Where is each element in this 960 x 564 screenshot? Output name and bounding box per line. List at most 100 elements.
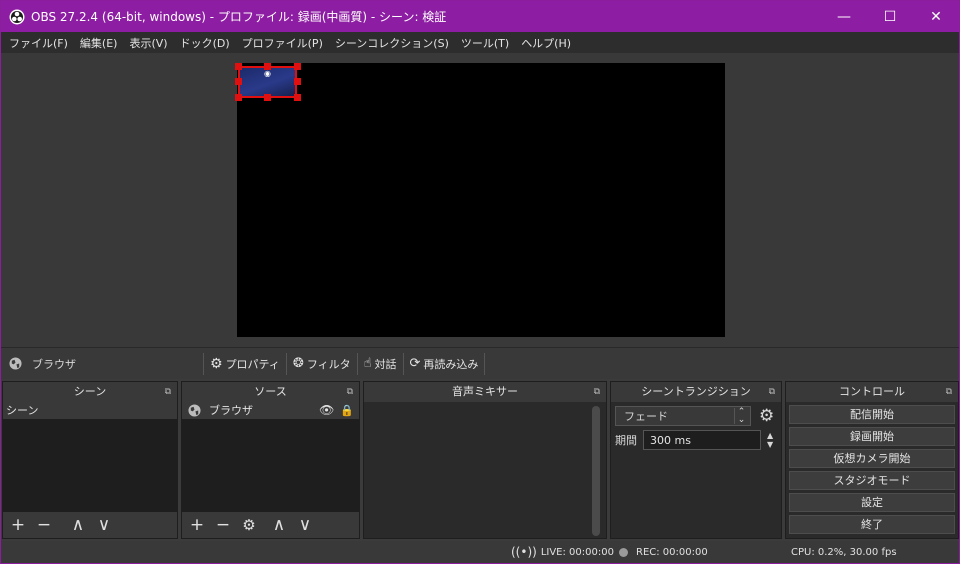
start-streaming-button[interactable]: 配信開始: [789, 405, 955, 424]
sources-dock-title: ソース: [254, 385, 287, 398]
start-virtual-camera-button[interactable]: 仮想カメラ開始: [789, 449, 955, 468]
scenes-dock-header: シーン ⧉: [3, 382, 177, 402]
dock-float-icon[interactable]: ⧉: [165, 382, 171, 402]
menu-dock[interactable]: ドック(D): [174, 35, 236, 51]
mixer-dock-title: 音声ミキサー: [452, 385, 518, 398]
dock-float-icon[interactable]: ⧉: [594, 382, 600, 402]
move-up-icon[interactable]: ∧: [270, 516, 288, 534]
filter-icon: ❂: [292, 356, 304, 371]
rec-status: REC: 00:00:00: [636, 546, 708, 558]
sources-dock-header: ソース ⧉: [182, 382, 359, 402]
globe-icon: [188, 404, 201, 417]
menu-tools[interactable]: ツール(T): [455, 35, 515, 51]
duration-input[interactable]: 300 ms: [643, 430, 761, 450]
properties-label: プロパティ: [225, 357, 280, 371]
resize-handle-l[interactable]: [235, 78, 242, 85]
transitions-dock-title: シーントランジション: [641, 385, 751, 398]
resize-handle-t[interactable]: [264, 63, 271, 70]
mixer-body: [364, 402, 606, 538]
menu-profile[interactable]: プロファイル(P): [236, 35, 329, 51]
globe-icon: [9, 357, 22, 370]
record-dot-icon: [619, 547, 628, 557]
selected-source-name: ブラウザ: [32, 357, 76, 371]
cpu-status: CPU: 0.2%, 30.00 fps: [791, 546, 897, 558]
toolbar-separator: [484, 352, 486, 375]
resize-handle-tl[interactable]: [235, 63, 242, 70]
properties-button[interactable]: ⚙ プロパティ: [203, 352, 286, 375]
move-up-icon[interactable]: ∧: [69, 516, 87, 534]
scene-item-label: シーン: [6, 404, 39, 417]
source-item[interactable]: ブラウザ 👁 🔒: [182, 402, 359, 419]
menu-file[interactable]: ファイル(F): [3, 35, 74, 51]
duration-value: 300 ms: [650, 433, 691, 447]
exit-button[interactable]: 終了: [789, 515, 955, 534]
source-toolbar: ブラウザ ⚙ プロパティ ❂ フィルタ ☝ 対話 ⟳ 再読み込み: [1, 347, 959, 379]
minimize-button[interactable]: —: [821, 1, 867, 32]
controls-dock-title: コントロール: [839, 385, 905, 398]
mixer-dock-header: 音声ミキサー ⧉: [364, 382, 606, 402]
menu-view[interactable]: 表示(V): [123, 35, 173, 51]
scenes-dock-footer: + − ∧ ∨: [3, 512, 177, 538]
resize-handle-r[interactable]: [294, 78, 301, 85]
reload-icon: ⟳: [409, 356, 421, 371]
dock-float-icon[interactable]: ⧉: [347, 382, 353, 402]
broadcast-icon: ((•)): [511, 545, 537, 559]
add-scene-icon[interactable]: +: [9, 516, 27, 534]
lock-icon[interactable]: 🔒: [340, 402, 354, 419]
maximize-button[interactable]: ☐: [867, 1, 913, 32]
interact-button[interactable]: ☝ 対話: [356, 352, 403, 375]
studio-mode-button[interactable]: スタジオモード: [789, 471, 955, 490]
move-down-icon[interactable]: ∨: [296, 516, 314, 534]
dock-float-icon[interactable]: ⧉: [769, 382, 775, 402]
scenes-dock-title: シーン: [73, 385, 107, 398]
scenes-list[interactable]: シーン: [3, 402, 177, 512]
chevron-up-icon[interactable]: ▲: [767, 431, 773, 440]
eye-icon[interactable]: 👁: [319, 402, 334, 419]
start-recording-button[interactable]: 録画開始: [789, 427, 955, 446]
controls-dock: コントロール ⧉ 配信開始 録画開始 仮想カメラ開始 スタジオモード 設定 終了: [785, 381, 959, 539]
resize-handle-tr[interactable]: [294, 63, 301, 70]
interact-label: 対話: [374, 357, 397, 371]
remove-scene-icon[interactable]: −: [35, 516, 53, 534]
resize-handle-bl[interactable]: [235, 94, 242, 101]
dock-float-icon[interactable]: ⧉: [946, 382, 952, 402]
close-button[interactable]: ✕: [913, 1, 959, 32]
transitions-dock: シーントランジション ⧉ フェード ⌃ ⌄ ⚙ 期間 300 ms ▲ ▼: [610, 381, 782, 539]
gear-icon: ⚙: [210, 355, 223, 372]
preview-canvas[interactable]: ◉: [235, 63, 725, 337]
controls-dock-header: コントロール ⧉: [786, 382, 958, 402]
duration-spinner[interactable]: ▲ ▼: [767, 431, 773, 449]
scene-item[interactable]: シーン: [3, 402, 177, 419]
obs-window: OBS 27.2.4 (64-bit, windows) - プロファイル: 録…: [0, 0, 960, 564]
move-down-icon[interactable]: ∨: [95, 516, 113, 534]
menu-help[interactable]: ヘルプ(H): [515, 35, 577, 51]
title-bar[interactable]: OBS 27.2.4 (64-bit, windows) - プロファイル: 録…: [1, 1, 959, 32]
source-logo-icon: ◉: [264, 69, 271, 78]
filters-button[interactable]: ❂ フィルタ: [285, 352, 357, 375]
remove-source-icon[interactable]: −: [214, 516, 232, 534]
add-source-icon[interactable]: +: [188, 516, 206, 534]
menu-edit[interactable]: 編集(E): [74, 35, 124, 51]
preview-area: ◉: [1, 53, 959, 347]
mixer-scrollbar[interactable]: [592, 406, 600, 536]
reload-label: 再読み込み: [423, 357, 479, 371]
transition-select-value: フェード: [624, 410, 668, 423]
sources-dock-footer: + − ⚙ ∧ ∨: [182, 512, 359, 538]
chevron-updown-icon: ⌃ ⌄: [734, 408, 748, 425]
settings-button[interactable]: 設定: [789, 493, 955, 512]
sources-list[interactable]: ブラウザ 👁 🔒: [182, 402, 359, 512]
gear-icon[interactable]: ⚙: [759, 406, 774, 426]
filters-label: フィルタ: [306, 357, 351, 371]
source-item-label: ブラウザ: [209, 404, 253, 417]
chevron-down-icon[interactable]: ▼: [767, 440, 773, 449]
hand-pointer-icon: ☝: [363, 356, 372, 371]
transition-select[interactable]: フェード ⌃ ⌄: [615, 406, 751, 426]
menu-scene-collection[interactable]: シーンコレクション(S): [329, 35, 455, 51]
resize-handle-b[interactable]: [264, 94, 271, 101]
gear-icon[interactable]: ⚙: [240, 517, 258, 533]
status-bar: ((•)) LIVE: 00:00:00 REC: 00:00:00 CPU: …: [1, 541, 959, 563]
resize-handle-br[interactable]: [294, 94, 301, 101]
duration-label: 期間: [615, 434, 637, 447]
reload-button[interactable]: ⟳ 再読み込み: [402, 352, 485, 375]
sources-dock: ソース ⧉ ブラウザ 👁 🔒 + − ⚙ ∧ ∨: [181, 381, 360, 539]
